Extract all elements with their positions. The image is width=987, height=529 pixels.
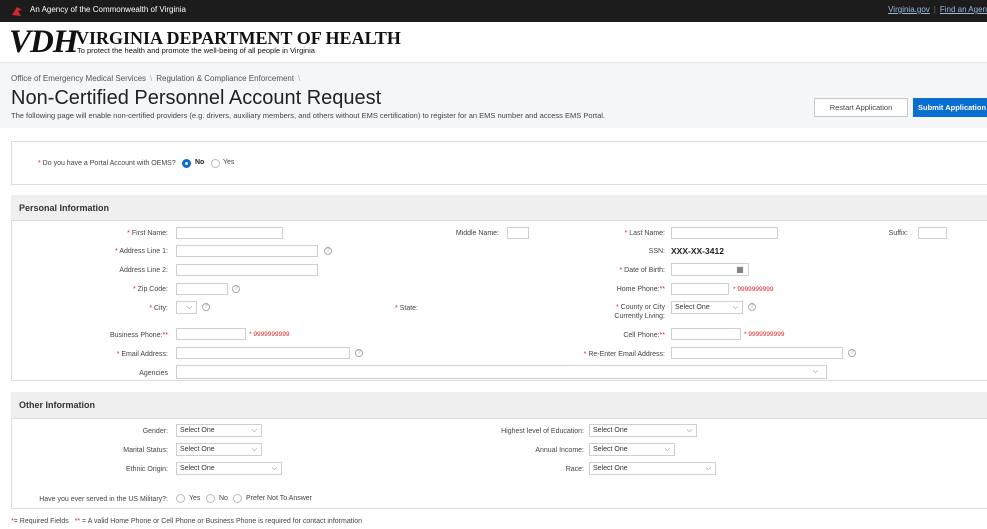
reenter-email-label: * Re-Enter Email Address: — [583, 351, 665, 358]
email-label: * Email Address: — [116, 351, 168, 358]
portal-yes-label: Yes — [223, 159, 235, 166]
chevron-down-icon: ⌵ — [271, 464, 277, 472]
vdh-logo[interactable]: VDH — [9, 26, 79, 59]
ssn-label: SSN: — [648, 248, 665, 255]
find-agency-link[interactable]: Find an Agen — [940, 5, 987, 14]
address-line-2-input[interactable] — [176, 264, 318, 276]
agency-links: Virginia.gov | Find an Agen — [888, 5, 987, 14]
city-label: * City: — [149, 305, 168, 312]
military-prefer-not-label: Prefer Not To Answer — [246, 495, 313, 502]
chevron-down-icon: ⌵ — [705, 464, 711, 472]
info-circle-icon[interactable]: ? — [202, 303, 210, 311]
first-name-input[interactable] — [176, 227, 283, 239]
other-info-heading: Other Information — [11, 392, 987, 419]
chevron-down-icon: ⌵ — [812, 368, 818, 375]
info-circle-icon[interactable]: ? — [355, 349, 363, 357]
middle-name-input[interactable] — [507, 227, 529, 239]
chevron-down-icon: ⌵ — [251, 445, 257, 453]
military-yes-label: Yes — [189, 495, 201, 502]
county-select[interactable]: Select One ⌵ — [671, 301, 743, 314]
breadcrumb: Office of Emergency Medical Services \ Reg… — [11, 74, 301, 83]
virginia-cardinal-icon — [12, 7, 22, 16]
cell-phone-format-hint: * 9999999999 — [744, 331, 785, 338]
military-yes-radio[interactable] — [176, 494, 185, 503]
portal-no-label: No — [195, 159, 205, 166]
gender-select[interactable]: Select One ⌵ — [176, 424, 262, 437]
race-label: Race: — [565, 466, 584, 473]
marital-status-select[interactable]: Select One ⌵ — [176, 443, 262, 456]
business-phone-format-hint: * 9999999999 — [249, 331, 290, 338]
chevron-down-icon: ⌵ — [664, 445, 670, 453]
brand-title: VIRGINIA DEPARTMENT OF HEALTH — [76, 28, 401, 48]
chevron-down-icon: ⌵ — [732, 303, 738, 311]
last-name-label: * Last Name: — [624, 230, 665, 237]
calendar-icon[interactable]: ▦ — [733, 264, 747, 274]
business-phone-label: Business Phone:** — [110, 332, 168, 339]
gender-label: Gender: — [142, 428, 168, 435]
address-line-1-label: * Address Line 1: — [115, 248, 168, 255]
ethnic-origin-label: Ethnic Origin: — [125, 466, 168, 473]
annual-income-label: Annual Income: — [535, 447, 584, 454]
restart-application-button[interactable]: Restart Application — [814, 98, 908, 117]
agency-text: An Agency of the Commonwealth of Virgini… — [30, 5, 186, 14]
email-input[interactable] — [176, 347, 350, 359]
chevron-down-icon: ⌵ — [686, 426, 692, 434]
agency-bar: An Agency of the Commonwealth of Virgini… — [0, 0, 987, 22]
race-select[interactable]: Select One ⌵ — [589, 462, 716, 475]
annual-income-select[interactable]: Select One ⌵ — [589, 443, 675, 456]
home-phone-label: Home Phone:** — [616, 286, 665, 293]
cell-phone-input[interactable] — [671, 328, 741, 340]
date-of-birth-label: * Date of Birth: — [619, 267, 665, 274]
last-name-input[interactable] — [671, 227, 778, 239]
portal-yes-radio[interactable] — [211, 159, 220, 168]
required-fields-footnote: *= Required Fields ** = A valid Home Pho… — [11, 518, 363, 525]
page-title: Non-Certified Personnel Account Request — [11, 87, 382, 109]
info-circle-icon[interactable]: ? — [324, 247, 332, 255]
middle-name-label: Middle Name: — [455, 230, 499, 237]
info-circle-icon[interactable]: ? — [748, 303, 756, 311]
military-prefer-not-radio[interactable] — [233, 494, 242, 503]
address-line-2-label: Address Line 2: — [119, 267, 168, 274]
suffix-label: Suffix: — [888, 230, 908, 237]
page-description: The following page will enable non-certi… — [11, 111, 606, 120]
info-circle-icon[interactable]: ? — [848, 349, 856, 357]
zip-code-label: * Zip Code: — [132, 286, 168, 293]
breadcrumb-item-regulation[interactable]: Regulation & Compliance Enforcement — [156, 74, 294, 83]
home-phone-input[interactable] — [671, 283, 729, 295]
military-no-label: No — [219, 495, 228, 502]
education-label: Highest level of Education: — [501, 428, 584, 435]
breadcrumb-item-oems[interactable]: Office of Emergency Medical Services — [11, 74, 146, 83]
cell-phone-label: Cell Phone:** — [623, 332, 665, 339]
city-select[interactable]: ⌵ — [176, 301, 197, 314]
virginia-gov-link[interactable]: Virginia.gov — [888, 5, 930, 14]
first-name-label: * First Name: — [127, 230, 168, 237]
military-no-radio[interactable] — [206, 494, 215, 503]
info-circle-icon[interactable]: ? — [232, 285, 240, 293]
portal-no-radio[interactable] — [182, 159, 191, 168]
address-line-1-input[interactable] — [176, 245, 318, 257]
brand-tagline: To protect the health and promote the we… — [77, 46, 315, 55]
ssn-value: XXX-XX-3412 — [671, 246, 724, 256]
portal-account-label: * Do you have a Portal Account with OEMS… — [38, 160, 176, 167]
county-label: * County or City Currently Living: — [614, 304, 665, 320]
home-phone-format-hint: * 9999999999 — [733, 286, 774, 293]
ethnic-origin-select[interactable]: Select One ⌵ — [176, 462, 282, 475]
personal-info-heading: Personal Information — [11, 195, 987, 221]
chevron-down-icon: ⌵ — [186, 303, 192, 311]
business-phone-input[interactable] — [176, 328, 246, 340]
education-select[interactable]: Select One ⌵ — [589, 424, 697, 437]
reenter-email-input[interactable] — [671, 347, 843, 359]
military-label: Have you ever served in the US Military?… — [39, 496, 168, 503]
chevron-down-icon: ⌵ — [251, 426, 257, 434]
state-label: * State: — [395, 305, 418, 312]
submit-application-button[interactable]: Submit Application — [913, 98, 987, 117]
marital-status-label: Marital Status: — [123, 447, 168, 454]
zip-code-input[interactable] — [176, 283, 228, 295]
agencies-select[interactable]: ⌵ — [176, 365, 827, 379]
suffix-input[interactable] — [918, 227, 947, 239]
agencies-label: Agencies — [139, 370, 168, 377]
